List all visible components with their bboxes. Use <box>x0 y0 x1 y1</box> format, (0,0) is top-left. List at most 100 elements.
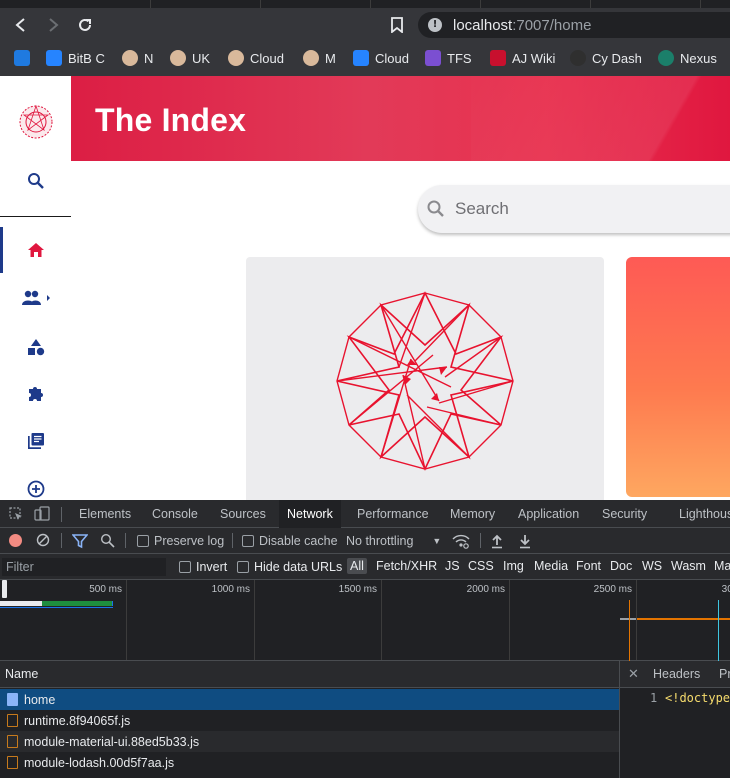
timeline-gridline <box>509 580 510 660</box>
name-column-header[interactable]: Name <box>0 661 619 688</box>
timing-bar-late <box>636 618 730 620</box>
filter-type-css[interactable]: CSS <box>468 559 494 573</box>
site-info-icon[interactable]: ! <box>428 18 442 32</box>
table-row[interactable]: runtime.8f94065f.js <box>0 710 619 731</box>
bookmark-item[interactable]: Cy Dash <box>570 49 642 67</box>
tab-network[interactable]: Network <box>279 500 341 528</box>
filter-type-all[interactable]: All <box>347 558 367 574</box>
export-har-icon[interactable] <box>518 533 532 552</box>
sidebar-item-search[interactable] <box>0 163 71 199</box>
sidebar-item-shapes[interactable] <box>0 329 71 365</box>
nexus-icon <box>658 50 674 66</box>
clear-icon[interactable] <box>36 533 50 550</box>
bookmark-item[interactable]: N <box>122 49 153 67</box>
timeline-gridline <box>381 580 382 660</box>
table-row[interactable]: module-lodash.00d5f7aa.js <box>0 752 619 773</box>
address-bar[interactable]: ! localhost:7007/home <box>418 12 730 38</box>
invert-checkbox[interactable]: Invert <box>179 559 227 575</box>
filter-type-ws[interactable]: WS <box>642 559 662 573</box>
script-file-icon <box>7 735 18 748</box>
table-row[interactable]: home <box>0 689 619 710</box>
bookmark-label: Cy Dash <box>592 50 642 66</box>
tab-lighthouse[interactable]: Lighthouse <box>671 500 730 528</box>
sidebar-item-people[interactable] <box>0 280 71 316</box>
sidebar-item-create[interactable] <box>0 471 71 500</box>
close-icon[interactable]: ✕ <box>628 666 639 682</box>
search-icon <box>27 173 44 189</box>
throttling-select[interactable]: No throttling ▼ <box>346 533 441 549</box>
filter-type-media[interactable]: Media <box>534 559 568 573</box>
tab-application[interactable]: Application <box>510 500 587 528</box>
bookmark-item[interactable]: Nexus <box>658 49 717 67</box>
filter-type-js[interactable]: JS <box>445 559 460 573</box>
filter-type-img[interactable]: Img <box>503 559 524 573</box>
timeline-label: 2500 ms <box>593 584 632 595</box>
tab-strip <box>0 0 730 8</box>
bookmark-label: AJ Wiki <box>512 50 556 66</box>
hide-data-urls-checkbox[interactable]: Hide data URLs <box>237 559 342 575</box>
timeline-gridline <box>126 580 127 660</box>
record-icon[interactable] <box>9 534 22 547</box>
back-icon[interactable] <box>10 14 32 36</box>
filter-type-wasm[interactable]: Wasm <box>671 559 706 573</box>
filter-type-font[interactable]: Font <box>576 559 601 573</box>
timeline-label: 1000 ms <box>211 584 250 595</box>
visual-studio-icon <box>425 50 441 66</box>
bookmark-item[interactable]: AJ Wiki <box>490 49 555 67</box>
search-icon[interactable] <box>100 533 115 551</box>
search-bar[interactable] <box>418 185 730 233</box>
star-logo-icon <box>336 291 514 471</box>
tab-security[interactable]: Security <box>594 500 655 528</box>
sidebar-item-extensions[interactable] <box>0 376 71 412</box>
table-row[interactable]: module-material-ui.88ed5b33.js <box>0 731 619 752</box>
bookmark-item[interactable]: M <box>303 49 336 67</box>
network-conditions-icon[interactable] <box>452 533 470 552</box>
request-name: runtime.8f94065f.js <box>24 713 131 728</box>
tab-elements[interactable]: Elements <box>71 500 139 528</box>
tab-memory[interactable]: Memory <box>442 500 503 528</box>
bookmark-item[interactable] <box>14 49 30 67</box>
feature-card[interactable] <box>626 257 730 497</box>
jenkins-icon <box>122 50 138 66</box>
logo-card[interactable] <box>246 257 604 500</box>
bookmark-label: BitB C <box>68 50 105 66</box>
bookmark-icon[interactable] <box>386 14 408 36</box>
filter-type-manifest[interactable]: Manifest <box>714 559 730 573</box>
overview-handle[interactable] <box>2 580 7 598</box>
devtools-panel: Elements Console Sources Network Performance… <box>0 500 730 778</box>
timeline-label: 3000 ms <box>721 584 730 595</box>
tab-preview[interactable]: Preview <box>719 667 730 681</box>
domcontentloaded-marker <box>629 600 630 661</box>
request-table: Name home runtime.8f94065f.js module-mater… <box>0 661 730 778</box>
disable-cache-checkbox[interactable]: Disable cache <box>242 533 338 549</box>
filter-type-fetchxhr[interactable]: Fetch/XHR <box>376 559 437 573</box>
network-overview: 500 ms 1000 ms 1500 ms 2000 ms 2500 ms 3000 m… <box>0 580 730 687</box>
forward-icon[interactable] <box>42 14 64 36</box>
bookmark-item[interactable]: Cloud <box>228 49 284 67</box>
timeline-label: 2000 ms <box>466 584 505 595</box>
tab-performance[interactable]: Performance <box>349 500 437 528</box>
bookmarks-bar: BitB C N UK Cloud M Cloud TFS AJ Wiki Cy Dash Nex… <box>0 41 730 76</box>
inspect-element-icon[interactable] <box>9 507 23 524</box>
tab-headers[interactable]: Headers <box>653 667 700 681</box>
bitbucket-icon <box>46 50 62 66</box>
device-toolbar-icon[interactable] <box>34 506 50 525</box>
screen: ! localhost:7007/home BitB C N UK Cloud M Clo… <box>0 0 730 778</box>
sidebar-logo[interactable] <box>0 104 71 140</box>
bookmark-item[interactable]: UK <box>170 49 210 67</box>
sidebar-item-home[interactable] <box>0 232 71 268</box>
filter-icon[interactable] <box>71 533 89 552</box>
import-har-icon[interactable] <box>490 533 504 552</box>
tab-sources[interactable]: Sources <box>212 500 274 528</box>
filter-input[interactable]: Filter <box>2 558 166 576</box>
bookmark-item[interactable]: BitB C <box>46 49 105 67</box>
preserve-log-checkbox[interactable]: Preserve log <box>137 533 224 549</box>
sidebar-item-docs[interactable] <box>0 423 71 459</box>
reload-icon[interactable] <box>74 14 96 36</box>
script-file-icon <box>7 756 18 769</box>
bookmark-item[interactable]: TFS <box>425 49 472 67</box>
tab-console[interactable]: Console <box>144 500 206 528</box>
filter-type-doc[interactable]: Doc <box>610 559 632 573</box>
bookmark-item[interactable]: Cloud <box>353 49 409 67</box>
search-input[interactable] <box>455 197 715 221</box>
